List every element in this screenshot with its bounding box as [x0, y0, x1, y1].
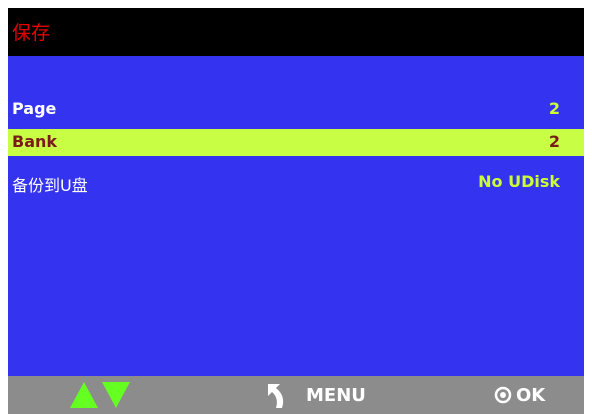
footer-bar: MENU OK [8, 376, 584, 414]
page-title: 保存 [12, 22, 51, 44]
menu-item-page[interactable]: Page 2 [8, 96, 584, 123]
ok-circle-icon[interactable] [494, 386, 512, 404]
menu-item-value: 2 [548, 132, 560, 151]
down-arrow-icon[interactable] [102, 382, 130, 408]
menu-item-bank[interactable]: Bank 2 [8, 129, 584, 156]
menu-item-label: 备份到U盘 [12, 176, 88, 195]
menu-button-label[interactable]: MENU [306, 385, 366, 406]
up-arrow-icon[interactable] [70, 382, 98, 408]
device-screen: 保存 Page 2 Bank 2 备份到U盘 No UDisk MENU OK [8, 8, 584, 414]
title-bar: 保存 [8, 8, 584, 56]
back-arrow-icon[interactable] [266, 382, 288, 410]
menu-item-label: Bank [12, 132, 58, 151]
menu-item-value: No UDisk [478, 172, 560, 191]
ok-button-label[interactable]: OK [516, 385, 545, 406]
menu-item-value: 2 [548, 99, 560, 118]
menu-item-backup-to-udisk[interactable]: 备份到U盘 No UDisk [8, 169, 584, 196]
menu-item-label: Page [12, 99, 57, 118]
